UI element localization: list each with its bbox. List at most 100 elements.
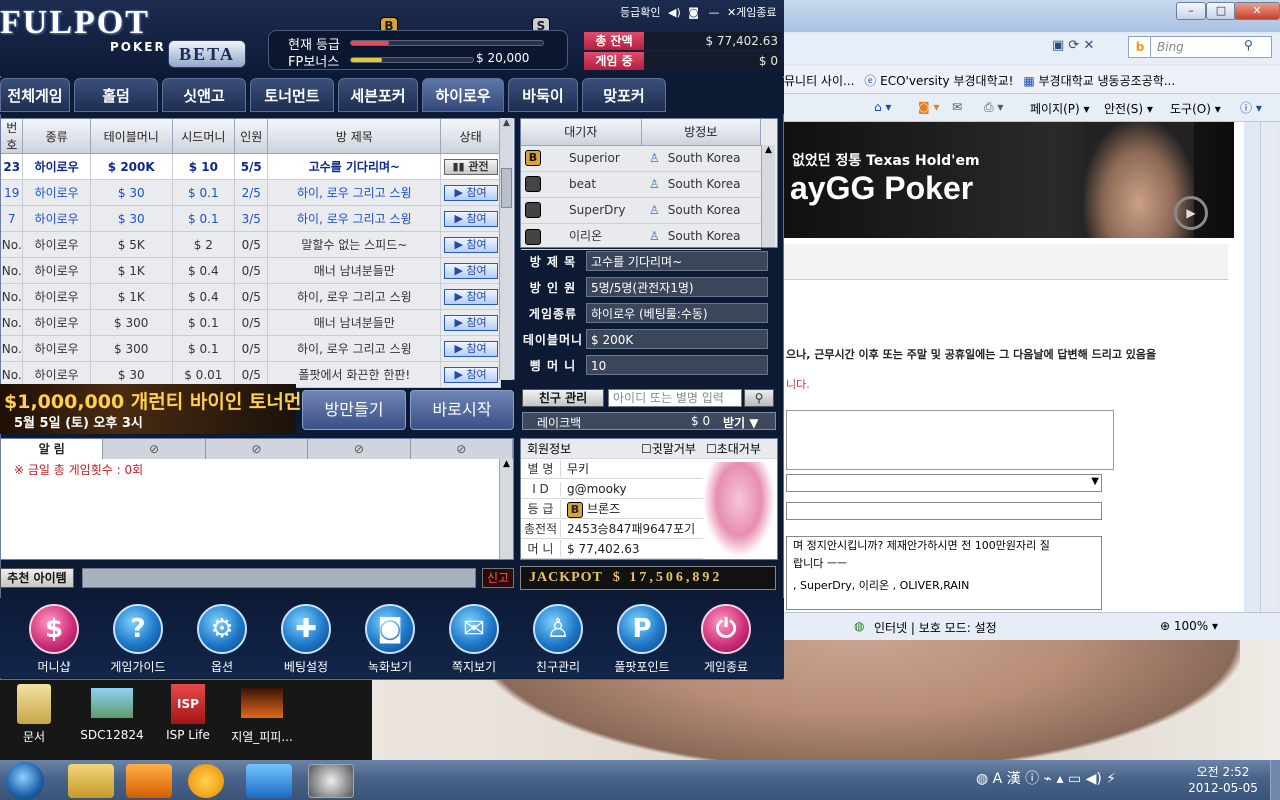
room-header[interactable]: 상태	[440, 119, 501, 154]
page-menu[interactable]: 페이지(P) ▾	[1030, 100, 1090, 117]
waiting-row[interactable]: B Superior ♙ South Korea	[521, 145, 761, 172]
join-button[interactable]: ▶ 참여	[443, 184, 498, 201]
recommend-item-button[interactable]: 추천 아이템	[0, 568, 74, 588]
waiting-row[interactable]: 이리온 ♙ South Korea	[521, 223, 761, 250]
rake-receive-button[interactable]: 받기 ▼	[723, 414, 759, 431]
media-player-icon[interactable]	[126, 764, 172, 798]
join-button[interactable]: ▶ 참여	[443, 366, 498, 383]
join-button[interactable]: ▶ 참여	[443, 340, 498, 357]
join-button[interactable]: ▶ 참여	[443, 314, 498, 331]
tab-empty[interactable]: ⊘	[103, 439, 206, 459]
options-button[interactable]: ⚙ 옵션	[182, 604, 262, 675]
search-input[interactable]: Bing	[1150, 36, 1272, 58]
join-button[interactable]: ▶ 참여	[443, 210, 498, 227]
tab-1[interactable]: 홀덤	[74, 78, 158, 112]
tab-5[interactable]: 하이로우	[422, 78, 504, 112]
start-button[interactable]	[6, 762, 44, 800]
room-header[interactable]: 인원	[234, 119, 269, 154]
print-icon[interactable]: ⎙ ▾	[984, 100, 1003, 115]
join-button[interactable]: ▶ 참여	[443, 236, 498, 253]
waiting-row[interactable]: SuperDry ♙ South Korea	[521, 197, 761, 224]
quick-start-button[interactable]: 바로시작	[410, 390, 514, 430]
address-buttons[interactable]: ▣ ⟳ ✕	[1052, 38, 1124, 58]
room-header[interactable]: 시드머니	[172, 119, 236, 154]
table-row[interactable]: No. 하이로우 $ 300 $ 0.1 0/5 매너 남녀분들만 ▶ 참여	[1, 309, 501, 336]
report-button[interactable]: 신고	[482, 568, 514, 588]
tab-empty[interactable]: ⊘	[206, 439, 309, 459]
form-select[interactable]: ▼	[786, 474, 1102, 492]
play-icon[interactable]: ▶	[1174, 196, 1208, 230]
room-header[interactable]: 번호	[1, 119, 24, 154]
room-list-scrollbar[interactable]: ▲	[499, 118, 513, 380]
messenger-icon[interactable]	[188, 764, 224, 798]
room-header[interactable]: 테이블머니	[90, 119, 173, 154]
chat-input[interactable]	[82, 568, 476, 588]
tray-icons[interactable]: ◍ A 漢 ⓘ ⌁ ▴ ▭ ◀) ⚡	[976, 768, 1116, 788]
tab-4[interactable]: 세븐포커	[338, 78, 418, 112]
show-desktop-button[interactable]	[1270, 760, 1280, 800]
desktop-icon-sdc12824[interactable]: SDC12824	[72, 684, 152, 742]
safety-menu[interactable]: 안전(S) ▾	[1104, 100, 1153, 117]
camera-icon[interactable]: ◙	[688, 6, 699, 19]
close-button[interactable]: ✕	[1234, 2, 1280, 20]
friends-button[interactable]: ♙ 친구관리	[518, 604, 598, 675]
tab-2[interactable]: 싯앤고	[162, 78, 246, 112]
friend-manage-button[interactable]: 친구 관리	[522, 389, 604, 407]
fulpot-icon[interactable]	[308, 764, 354, 798]
exit-game-button[interactable]: ⏻ 게임종료	[686, 604, 766, 675]
table-row[interactable]: No. 하이로우 $ 1K $ 0.4 0/5 매너 남녀분들만 ▶ 참여	[1, 257, 501, 284]
whisper-block-checkbox[interactable]: ☐귓말거부	[641, 440, 696, 457]
table-row[interactable]: 7 하이로우 $ 30 $ 0.1 3/5 하이, 로우 그리고 스윙 ▶ 참여	[1, 205, 501, 232]
make-room-button[interactable]: 방만들기	[302, 390, 406, 430]
table-row[interactable]: 19 하이로우 $ 30 $ 0.1 2/5 하이, 로우 그리고 스윙 ▶ 참여	[1, 179, 501, 206]
waiting-scrollbar[interactable]: ▲	[761, 145, 775, 247]
tab-0[interactable]: 전체게임	[0, 78, 70, 112]
invite-block-checkbox[interactable]: ☐초대거부	[706, 440, 761, 457]
tab-7[interactable]: 맞포커	[582, 78, 666, 112]
maximize-button[interactable]: □	[1206, 2, 1236, 20]
money-shop-button[interactable]: $ 머니샵	[14, 604, 94, 675]
security-zone[interactable]: 인터넷 | 보호 모드: 설정	[874, 619, 997, 636]
desktop-icon-video[interactable]: 지열_피피...	[222, 684, 302, 745]
join-button[interactable]: ▶ 참여	[443, 262, 498, 279]
tab-empty[interactable]: ⊘	[308, 439, 411, 459]
home-icon[interactable]: ⌂ ▾	[874, 100, 891, 114]
game-guide-button[interactable]: ? 게임가이드	[98, 604, 178, 675]
waiting-row[interactable]: beat ♙ South Korea	[521, 171, 761, 198]
favorite-link[interactable]: 부경대학교 냉동공조공학...	[1038, 74, 1175, 88]
explorer-icon[interactable]	[68, 764, 114, 798]
help-icon[interactable]: ⓘ ▾	[1240, 99, 1262, 116]
tab-empty[interactable]: ⊘	[411, 439, 514, 459]
system-clock[interactable]: 오전 2:52 2012-05-05	[1176, 764, 1270, 796]
exit-link[interactable]: 게임종료	[736, 6, 776, 19]
minimize-button[interactable]: –	[1176, 2, 1206, 20]
tools-menu[interactable]: 도구(O) ▾	[1170, 100, 1221, 117]
favorite-link[interactable]: ECO'versity 부경대학교!	[880, 74, 1013, 88]
join-button[interactable]: ▶ 참여	[443, 288, 498, 305]
form-textarea[interactable]: 며 정지안시킵니까? 제재안가하시면 전 100만원자리 질 랍니다 ㅡㅡ , …	[786, 536, 1102, 610]
table-row[interactable]: 23 하이로우 $ 200K $ 10 5/5 고수를 기다리며~ ▮▮ 관전	[1, 153, 501, 180]
replay-button[interactable]: ◙ 녹화보기	[350, 604, 430, 675]
table-row[interactable]: No. 하이로우 $ 300 $ 0.1 0/5 하이, 로우 그리고 스윙 ▶ 참여	[1, 335, 501, 362]
betting-settings-button[interactable]: ✚ 베팅설정	[266, 604, 346, 675]
search-icon[interactable]: ⚲	[1244, 38, 1253, 52]
alert-scrollbar[interactable]: ▲	[499, 459, 513, 559]
grade-check-link[interactable]: 등급확인	[620, 6, 660, 19]
room-header[interactable]: 종류	[22, 119, 91, 154]
tab-6[interactable]: 바둑이	[508, 78, 578, 112]
alert-tab[interactable]: 알 림	[1, 439, 104, 459]
room-header[interactable]: 방 제목	[267, 119, 442, 154]
feed-icon[interactable]: ◙ ▾	[918, 100, 939, 114]
close-icon[interactable]: ✕	[727, 6, 736, 19]
waiting-header-info[interactable]: 방정보	[641, 119, 761, 146]
table-row[interactable]: No. 하이로우 $ 5K $ 2 0/5 말할수 없는 스피드~ ▶ 참여	[1, 231, 501, 258]
tab-3[interactable]: 토너먼트	[250, 78, 334, 112]
friend-search-input[interactable]: 아이디 또는 별명 입력	[608, 389, 742, 407]
zoom-control[interactable]: ⊕ 100% ▾	[1160, 619, 1218, 633]
scroll-thumb[interactable]	[501, 168, 512, 208]
favorite-link[interactable]: 뮤니티 사이...	[784, 74, 854, 88]
messages-button[interactable]: ✉ 쪽지보기	[434, 604, 514, 675]
ie-scrollbar[interactable]	[1260, 122, 1278, 612]
form-subject-input[interactable]	[786, 502, 1102, 520]
watch-button[interactable]: ▮▮ 관전	[443, 158, 498, 175]
